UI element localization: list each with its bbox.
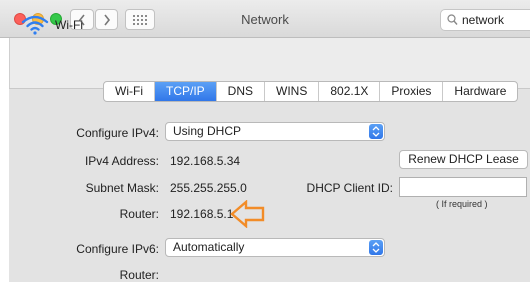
renew-dhcp-lease-button[interactable]: Renew DHCP Lease [399, 150, 528, 169]
tab-bar: Wi-Fi TCP/IP DNS WINS 802.1X Proxies Har… [103, 81, 519, 102]
tab-proxies[interactable]: Proxies [380, 82, 444, 101]
tab-wins[interactable]: WINS [265, 82, 320, 101]
configure-ipv6-value: Automatically [173, 240, 245, 254]
client-id-hint: ( If required ) [436, 199, 488, 209]
router-label: Router: [119, 207, 159, 221]
tab-dns[interactable]: DNS [217, 82, 265, 101]
updown-arrows-icon [369, 124, 383, 139]
ipv4-address-value: 192.168.5.34 [170, 154, 241, 168]
annotation-arrow-icon [230, 200, 265, 228]
wifi-icon [21, 15, 49, 35]
interface-name: Wi-Fi [55, 18, 83, 32]
interface-header: Wi-Fi [21, 15, 83, 35]
search-input[interactable]: network [462, 13, 504, 27]
configure-ipv6-select[interactable]: Automatically [165, 238, 385, 257]
subnet-mask-value: 255.255.255.0 [170, 181, 247, 195]
tab-hardware[interactable]: Hardware [443, 82, 517, 101]
configure-ipv4-value: Using DHCP [173, 124, 242, 138]
search-icon [447, 14, 458, 25]
router-value: 192.168.5.1 [170, 207, 234, 221]
configure-ipv4-select[interactable]: Using DHCP [165, 122, 385, 141]
configure-ipv6-label: Configure IPv6: [76, 242, 159, 256]
dhcp-client-id-field[interactable] [399, 177, 527, 197]
subnet-mask-label: Subnet Mask: [85, 181, 159, 195]
tab-8021x[interactable]: 802.1X [319, 82, 381, 101]
dhcp-client-id-label: DHCP Client ID: [306, 181, 393, 195]
updown-arrows-icon [369, 240, 383, 255]
tab-tcpip[interactable]: TCP/IP [154, 82, 217, 101]
ipv4-address-label: IPv4 Address: [84, 154, 159, 168]
tab-wifi[interactable]: Wi-Fi [104, 82, 155, 101]
configure-ipv4-label: Configure IPv4: [76, 126, 159, 140]
ipv6-router-label: Router: [119, 268, 159, 282]
search-field[interactable]: network [440, 9, 530, 31]
